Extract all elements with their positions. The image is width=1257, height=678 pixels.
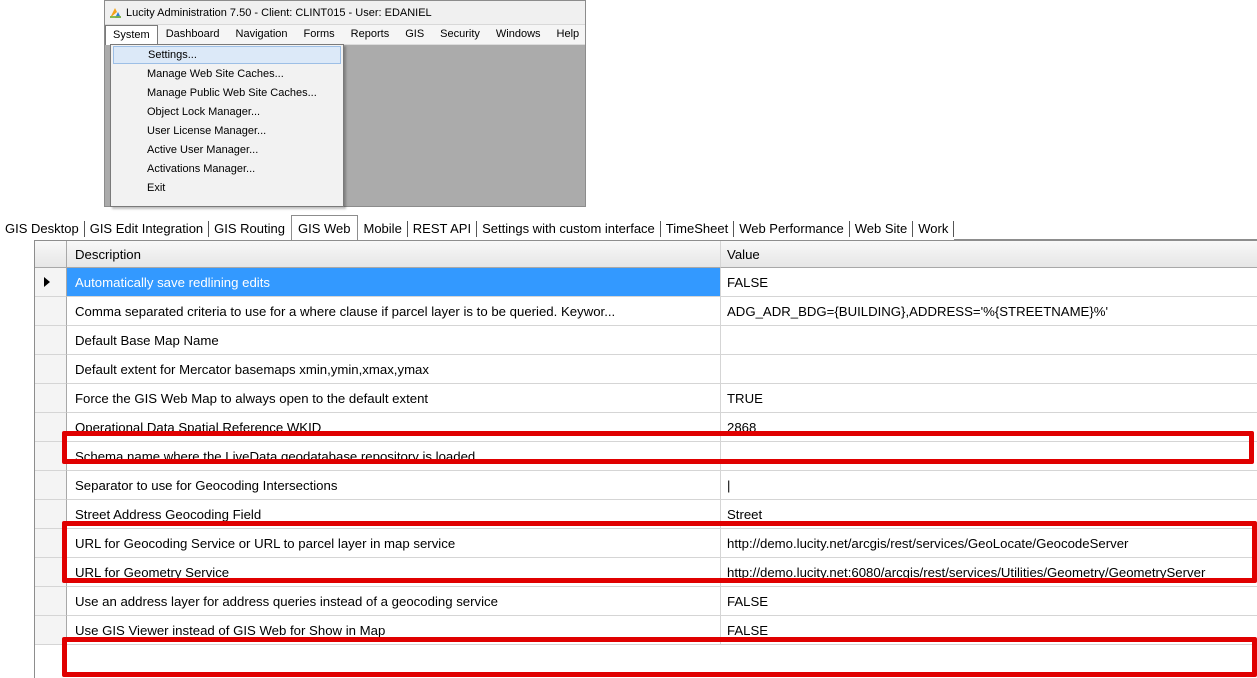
description-cell[interactable]: Comma separated criteria to use for a wh… [67, 297, 721, 326]
highlight-box [62, 637, 1257, 677]
menu-help[interactable]: Help [549, 25, 588, 45]
row-selector[interactable] [35, 471, 67, 500]
table-row[interactable]: Force the GIS Web Map to always open to … [35, 384, 1257, 413]
value-cell[interactable] [721, 355, 1257, 384]
table-row[interactable]: Automatically save redlining edits FALSE [35, 268, 1257, 297]
menu-item-activations-manager[interactable]: Activations Manager... [113, 160, 341, 178]
menu-reports[interactable]: Reports [343, 25, 398, 45]
description-cell[interactable]: Use an address layer for address queries… [67, 587, 721, 616]
menu-item-user-license-manager[interactable]: User License Manager... [113, 122, 341, 140]
app-window: Lucity Administration 7.50 - Client: CLI… [104, 0, 586, 207]
column-header-value[interactable]: Value [721, 241, 1257, 268]
highlight-box [62, 521, 1257, 583]
description-cell[interactable]: Default Base Map Name [67, 326, 721, 355]
system-menu-dropdown: Settings... Manage Web Site Caches... Ma… [110, 44, 344, 207]
table-row[interactable]: Use an address layer for address queries… [35, 587, 1257, 616]
table-row[interactable]: Comma separated criteria to use for a wh… [35, 297, 1257, 326]
value-cell[interactable]: FALSE [721, 587, 1257, 616]
title-bar: Lucity Administration 7.50 - Client: CLI… [105, 1, 585, 25]
menu-security[interactable]: Security [432, 25, 488, 45]
menu-item-active-user-manager[interactable]: Active User Manager... [113, 141, 341, 159]
tab-work[interactable]: Work [913, 218, 953, 240]
value-cell[interactable]: FALSE [721, 268, 1257, 297]
table-row[interactable]: Default extent for Mercator basemaps xmi… [35, 355, 1257, 384]
tab-mobile[interactable]: Mobile [359, 218, 407, 240]
table-row[interactable]: Default Base Map Name [35, 326, 1257, 355]
row-selector[interactable] [35, 268, 67, 297]
settings-tab-strip: GIS Desktop GIS Edit Integration GIS Rou… [0, 214, 1257, 240]
value-cell[interactable] [721, 326, 1257, 355]
tab-separator [953, 221, 955, 237]
menu-gis[interactable]: GIS [397, 25, 432, 45]
column-header-description[interactable]: Description [67, 241, 721, 268]
window-title: Lucity Administration 7.50 - Client: CLI… [126, 6, 432, 19]
tab-timesheet[interactable]: TimeSheet [661, 218, 733, 240]
tab-gis-desktop[interactable]: GIS Desktop [0, 218, 84, 240]
row-selector[interactable] [35, 384, 67, 413]
menu-navigation[interactable]: Navigation [228, 25, 296, 45]
menu-item-object-lock-manager[interactable]: Object Lock Manager... [113, 103, 341, 121]
menu-item-settings[interactable]: Settings... [113, 46, 341, 64]
row-selector[interactable] [35, 297, 67, 326]
highlight-box [62, 431, 1254, 464]
grid-header-row: Description Value [35, 241, 1257, 268]
tab-settings-with-custom-interface[interactable]: Settings with custom interface [477, 218, 660, 240]
value-cell[interactable]: TRUE [721, 384, 1257, 413]
menu-bar: System Dashboard Navigation Forms Report… [105, 24, 588, 45]
value-cell[interactable]: | [721, 471, 1257, 500]
menu-item-manage-public-web-site-caches[interactable]: Manage Public Web Site Caches... [113, 84, 341, 102]
tab-web-site[interactable]: Web Site [850, 218, 913, 240]
tab-gis-routing[interactable]: GIS Routing [209, 218, 290, 240]
row-selector[interactable] [35, 355, 67, 384]
tab-gis-web[interactable]: GIS Web [290, 215, 358, 240]
row-selector[interactable] [35, 326, 67, 355]
menu-item-exit[interactable]: Exit [113, 179, 341, 197]
description-cell[interactable]: Default extent for Mercator basemaps xmi… [67, 355, 721, 384]
menu-item-manage-web-site-caches[interactable]: Manage Web Site Caches... [113, 65, 341, 83]
lucity-logo-icon [109, 6, 122, 19]
description-cell[interactable]: Separator to use for Geocoding Intersect… [67, 471, 721, 500]
menu-dashboard[interactable]: Dashboard [158, 25, 228, 45]
row-selector-header [35, 241, 67, 268]
description-cell[interactable]: Automatically save redlining edits [67, 268, 721, 297]
menu-system[interactable]: System [105, 24, 158, 45]
menu-forms[interactable]: Forms [296, 25, 343, 45]
tab-rest-api[interactable]: REST API [408, 218, 476, 240]
row-pointer-icon [44, 277, 50, 287]
menu-windows[interactable]: Windows [488, 25, 549, 45]
description-cell[interactable]: Force the GIS Web Map to always open to … [67, 384, 721, 413]
tab-web-performance[interactable]: Web Performance [734, 218, 849, 240]
value-cell[interactable]: ADG_ADR_BDG={BUILDING},ADDRESS='%{STREET… [721, 297, 1257, 326]
table-row[interactable]: Separator to use for Geocoding Intersect… [35, 471, 1257, 500]
tab-gis-edit-integration[interactable]: GIS Edit Integration [85, 218, 208, 240]
row-selector[interactable] [35, 587, 67, 616]
